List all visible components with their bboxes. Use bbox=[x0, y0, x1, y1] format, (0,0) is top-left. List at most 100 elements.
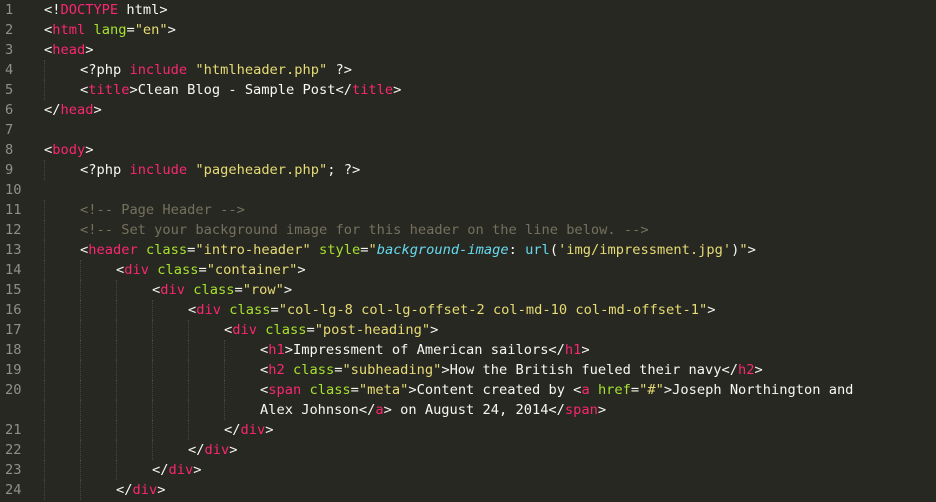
indent-guide bbox=[116, 400, 117, 420]
code-text: <h2 class="subheading">How the British f… bbox=[260, 360, 763, 380]
code-token: = bbox=[630, 382, 640, 398]
code-token: ?> bbox=[327, 62, 352, 78]
code-line[interactable]: 18 <h1>Impressment of American sailors</h… bbox=[0, 340, 936, 360]
code-token: class bbox=[145, 242, 188, 258]
indent-guide bbox=[152, 420, 153, 440]
code-token: "subheading" bbox=[342, 362, 442, 378]
code-token: "#" bbox=[639, 382, 664, 398]
indent-guide bbox=[44, 380, 45, 400]
code-text: </div> bbox=[116, 480, 165, 500]
line-number: 18 bbox=[5, 342, 22, 358]
code-token: span bbox=[268, 382, 302, 398]
code-line[interactable]: 8 <body> bbox=[0, 140, 936, 160]
code-token: style bbox=[319, 242, 361, 258]
code-line[interactable]: 9 <?php include "pageheader.php"; ?> bbox=[0, 160, 936, 180]
code-line[interactable]: 11 <!-- Page Header --> bbox=[0, 200, 936, 220]
code-token: "row" bbox=[242, 282, 284, 298]
code-line[interactable]: 19 <h2 class="subheading">How the British… bbox=[0, 360, 936, 380]
code-line[interactable]: Alex Johnson</a> on August 24, 2014</spa… bbox=[0, 400, 936, 420]
indent-guide bbox=[152, 360, 153, 380]
code-token: include bbox=[129, 162, 188, 178]
code-line[interactable]: 12 <!-- Set your background image for thi… bbox=[0, 220, 936, 240]
code-token: </ bbox=[116, 482, 133, 498]
indent-guide bbox=[152, 340, 153, 360]
line-number: 8 bbox=[5, 142, 14, 158]
code-line[interactable]: 3 <head> bbox=[0, 40, 936, 60]
indent-guide bbox=[44, 320, 45, 340]
code-text: <?php include "htmlheader.php" ?> bbox=[80, 60, 352, 80]
code-line[interactable]: 22 </div> bbox=[0, 440, 936, 460]
code-text: <div class="col-lg-8 col-lg-offset-2 col… bbox=[188, 300, 715, 320]
code-token: >Joseph Northington and bbox=[663, 382, 854, 398]
code-token: < bbox=[224, 322, 233, 338]
code-token: < bbox=[260, 382, 269, 398]
indent-guide bbox=[116, 300, 117, 320]
indent-guide bbox=[116, 380, 117, 400]
line-number: 1 bbox=[5, 2, 14, 18]
indent-guide bbox=[224, 400, 225, 420]
indent-guide bbox=[152, 400, 153, 420]
line-number: 12 bbox=[5, 222, 22, 238]
code-text: </head> bbox=[44, 100, 102, 120]
line-number: 21 bbox=[5, 422, 22, 438]
code-line[interactable]: 23 </div> bbox=[0, 460, 936, 480]
indent-guide bbox=[44, 60, 45, 80]
code-line[interactable]: 16 <div class="col-lg-8 col-lg-offset-2 c… bbox=[0, 300, 936, 320]
code-token: > bbox=[581, 342, 590, 358]
indent-guide bbox=[80, 340, 81, 360]
code-token: = bbox=[234, 282, 243, 298]
code-token: = bbox=[306, 322, 315, 338]
code-line[interactable]: 24 </div> bbox=[0, 480, 936, 500]
code-token: > bbox=[430, 322, 439, 338]
code-line[interactable]: 17 <div class="post-heading"> bbox=[0, 320, 936, 340]
code-token: title bbox=[88, 82, 130, 98]
code-token: > bbox=[167, 22, 176, 38]
code-token: < bbox=[80, 82, 89, 98]
code-token: > bbox=[265, 422, 274, 438]
code-line[interactable]: 4 <?php include "htmlheader.php" ?> bbox=[0, 60, 936, 80]
code-line[interactable]: 1 <!DOCTYPE html> bbox=[0, 0, 936, 20]
code-token: Alex Johnson</ bbox=[260, 402, 376, 418]
code-line[interactable]: 15 <div class="row"> bbox=[0, 280, 936, 300]
code-line[interactable]: 5 <title>Clean Blog - Sample Post</title> bbox=[0, 80, 936, 100]
code-line[interactable]: 20 <span class="meta">Content created by … bbox=[0, 380, 936, 400]
code-token: "htmlheader.php" bbox=[195, 62, 328, 78]
code-token: > bbox=[193, 462, 202, 478]
indent-guide bbox=[116, 340, 117, 360]
code-token: " bbox=[368, 242, 377, 258]
indent-guide bbox=[116, 320, 117, 340]
code-line[interactable]: 6 </head> bbox=[0, 100, 936, 120]
indent-guide bbox=[80, 300, 81, 320]
code-token: </ bbox=[224, 422, 241, 438]
code-line[interactable]: 14 <div class="container"> bbox=[0, 260, 936, 280]
code-line[interactable]: 13 <header class="intro-header" style="ba… bbox=[0, 240, 936, 260]
code-token: > bbox=[393, 82, 402, 98]
indent-guide bbox=[152, 440, 153, 460]
line-number: 15 bbox=[5, 282, 22, 298]
indent-guide bbox=[116, 440, 117, 460]
code-token: < bbox=[44, 22, 53, 38]
indent-guide bbox=[116, 420, 117, 440]
indent-guide bbox=[44, 200, 45, 220]
code-token: = bbox=[270, 302, 279, 318]
code-line[interactable]: 7 bbox=[0, 120, 936, 140]
code-token: : bbox=[508, 242, 526, 258]
code-line[interactable]: 10 bbox=[0, 180, 936, 200]
line-number: 4 bbox=[5, 62, 14, 78]
indent-guide bbox=[188, 320, 189, 340]
line-number: 23 bbox=[5, 462, 22, 478]
line-number: 16 bbox=[5, 302, 22, 318]
indent-guide bbox=[152, 320, 153, 340]
code-line[interactable]: 2 <html lang="en"> bbox=[0, 20, 936, 40]
code-text: <?php include "pageheader.php"; ?> bbox=[80, 160, 360, 180]
indent-guide bbox=[80, 280, 81, 300]
line-number: 7 bbox=[5, 122, 14, 138]
code-token: span bbox=[564, 402, 598, 418]
code-token: class bbox=[292, 362, 335, 378]
code-editor[interactable]: 1 <!DOCTYPE html> 2 <html lang="en"> 3 <head>… bbox=[0, 0, 936, 502]
code-line[interactable]: 21 </div> bbox=[0, 420, 936, 440]
code-token: <!-- Set your background image for this … bbox=[80, 222, 649, 238]
